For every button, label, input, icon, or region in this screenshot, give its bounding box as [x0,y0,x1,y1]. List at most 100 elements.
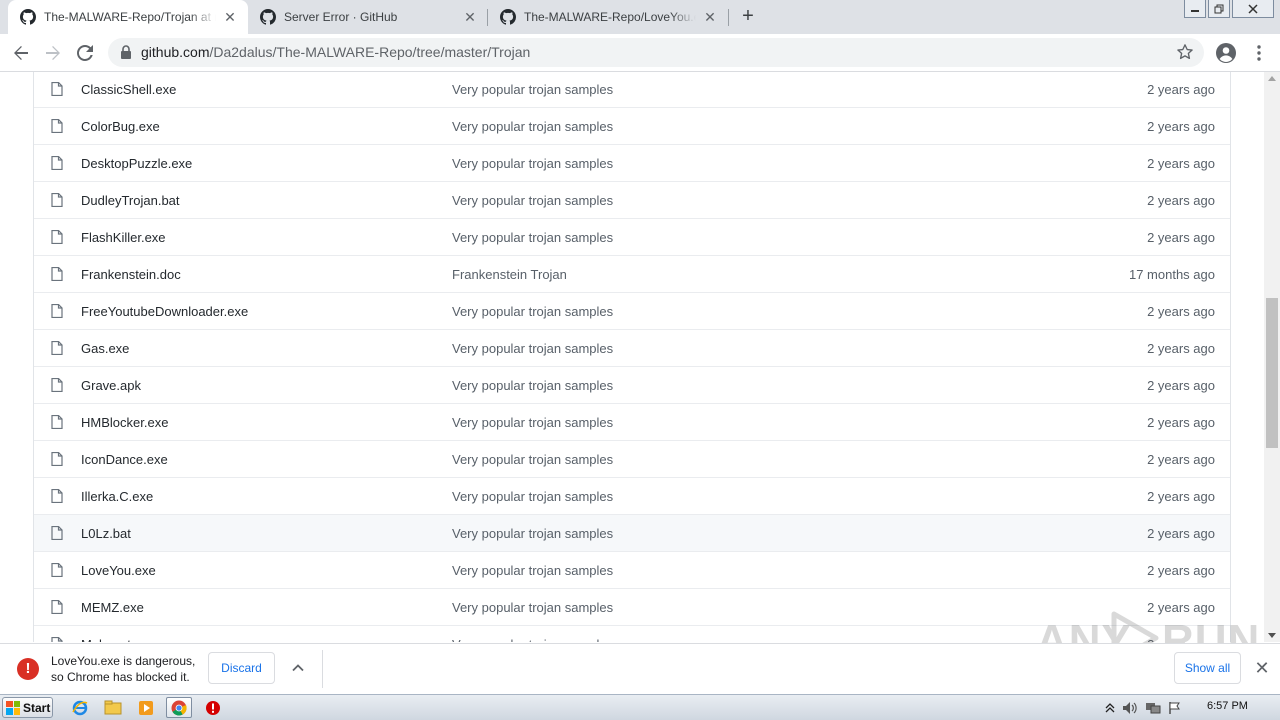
discard-button[interactable]: Discard [208,652,275,684]
url-text: github.com/Da2dalus/The-MALWARE-Repo/tre… [141,44,530,60]
commit-message-link[interactable]: Very popular trojan samples [452,341,613,356]
commit-message-link[interactable]: Very popular trojan samples [452,82,613,97]
scroll-down-icon[interactable] [1268,633,1276,638]
file-row[interactable]: Gas.exe Very popular trojan samples 2 year… [34,329,1230,366]
file-name-link[interactable]: ColorBug.exe [81,119,160,134]
file-name-link[interactable]: Gas.exe [81,341,129,356]
show-all-button[interactable]: Show all [1174,652,1241,684]
commit-message-link[interactable]: Frankenstein Trojan [452,267,567,282]
page-scrollbar[interactable] [1264,72,1280,642]
commit-message-link[interactable]: Very popular trojan samples [452,378,613,393]
file-name-link[interactable]: ClassicShell.exe [81,82,176,97]
file-row[interactable]: HMBlocker.exe Very popular trojan samples… [34,403,1230,440]
file-icon [51,267,63,281]
file-name-link[interactable]: DesktopPuzzle.exe [81,156,192,171]
commit-message-link[interactable]: Very popular trojan samples [452,156,613,171]
commit-message-link[interactable]: Very popular trojan samples [452,119,613,134]
file-row[interactable]: DesktopPuzzle.exe Very popular trojan sam… [34,144,1230,181]
profile-button[interactable] [1214,41,1238,65]
file-icon [51,193,63,207]
start-button[interactable]: Start [2,697,53,718]
close-icon[interactable]: ✕ [1253,659,1271,677]
lock-icon[interactable] [120,45,132,60]
commit-message-link[interactable]: Very popular trojan samples [452,637,613,642]
commit-message-link[interactable]: Very popular trojan samples [452,230,613,245]
file-row[interactable]: IconDance.exe Very popular trojan samples… [34,440,1230,477]
commit-message-link[interactable]: Very popular trojan samples [452,489,613,504]
file-name-link[interactable]: Mabezat.exe [81,637,155,642]
window-close-button[interactable] [1232,0,1274,18]
file-row[interactable]: ColorBug.exe Very popular trojan samples 2… [34,107,1230,144]
file-icon [51,526,63,540]
file-row[interactable]: LoveYou.exe Very popular trojan samples 2 … [34,551,1230,588]
file-name-link[interactable]: FreeYoutubeDownloader.exe [81,304,248,319]
file-name-link[interactable]: Frankenstein.doc [81,267,181,282]
arrow-left-icon [14,46,28,60]
file-row[interactable]: DudleyTrojan.bat Very popular trojan samp… [34,181,1230,218]
file-row[interactable]: FlashKiller.exe Very popular trojan sampl… [34,218,1230,255]
close-icon[interactable]: ✕ [702,9,718,25]
commit-message-link[interactable]: Very popular trojan samples [452,193,613,208]
file-row[interactable]: FreeYoutubeDownloader.exe Very popular tr… [34,292,1230,329]
commit-age: 2 years ago [1147,82,1215,97]
tab-loveyou[interactable]: The-MALWARE-Repo/LoveYou.exe at master ✕ [488,0,728,34]
tab-title: The-MALWARE-Repo/LoveYou.exe at master [524,10,696,24]
address-bar[interactable]: github.com/Da2dalus/The-MALWARE-Repo/tre… [108,38,1204,67]
file-name-link[interactable]: LoveYou.exe [81,563,156,578]
file-name-link[interactable]: MEMZ.exe [81,600,144,615]
action-center-flag-icon[interactable] [1168,701,1182,715]
file-name-link[interactable]: DudleyTrojan.bat [81,193,180,208]
volume-icon[interactable] [1122,701,1138,715]
chevron-up-icon[interactable] [290,660,306,676]
github-icon [260,9,276,25]
github-icon [20,9,36,25]
file-icon [51,600,63,614]
stop-icon[interactable] [200,697,226,718]
minimize-button[interactable] [1184,0,1206,18]
file-row[interactable]: ClassicShell.exe Very popular trojan samp… [34,72,1230,107]
file-name-link[interactable]: IconDance.exe [81,452,168,467]
file-name-link[interactable]: L0Lz.bat [81,526,131,541]
file-name-link[interactable]: HMBlocker.exe [81,415,168,430]
media-player-icon[interactable] [133,697,159,718]
tab-trojan-folder[interactable]: The-MALWARE-Repo/Trojan at master · Da2d… [8,0,248,34]
commit-message-link[interactable]: Very popular trojan samples [452,563,613,578]
tab-server-error[interactable]: Server Error · GitHub ✕ [248,0,488,34]
folder-icon[interactable] [100,697,126,718]
file-list: ClassicShell.exe Very popular trojan samp… [33,72,1231,642]
start-label: Start [23,700,51,715]
reload-button[interactable] [73,41,97,65]
file-name-link[interactable]: Illerka.C.exe [81,489,153,504]
back-button[interactable] [9,41,33,65]
file-name-link[interactable]: FlashKiller.exe [81,230,166,245]
chrome-icon[interactable] [166,697,192,718]
minimize-icon [1191,9,1199,12]
close-icon[interactable]: ✕ [462,9,478,25]
commit-message-link[interactable]: Very popular trojan samples [452,452,613,467]
restore-button[interactable] [1208,0,1230,18]
file-icon [51,489,63,503]
tray-expand-icon[interactable] [1105,702,1115,714]
close-icon[interactable]: ✕ [222,9,238,25]
star-icon[interactable] [1176,43,1194,61]
commit-message-link[interactable]: Very popular trojan samples [452,415,613,430]
commit-message-link[interactable]: Very popular trojan samples [452,526,613,541]
file-row[interactable]: Illerka.C.exe Very popular trojan samples… [34,477,1230,514]
arrow-right-icon [46,46,60,60]
new-tab-button[interactable]: + [738,6,758,27]
file-name-link[interactable]: Grave.apk [81,378,141,393]
file-row[interactable]: L0Lz.bat Very popular trojan samples 2 yea… [34,514,1230,551]
scrollbar-thumb[interactable] [1266,298,1278,448]
scroll-up-icon[interactable] [1268,76,1276,81]
taskbar-clock[interactable]: 6:57 PM [1207,700,1248,712]
forward-button[interactable] [41,41,65,65]
commit-age: 17 months ago [1128,267,1215,282]
commit-message-link[interactable]: Very popular trojan samples [452,600,613,615]
file-icon [51,230,63,244]
internet-explorer-icon[interactable] [67,697,93,718]
menu-button[interactable] [1247,41,1271,65]
network-icon[interactable] [1145,701,1161,715]
commit-message-link[interactable]: Very popular trojan samples [452,304,613,319]
file-row[interactable]: Grave.apk Very popular trojan samples 2 ye… [34,366,1230,403]
file-row[interactable]: Frankenstein.doc Frankenstein Trojan 17 mo… [34,255,1230,292]
